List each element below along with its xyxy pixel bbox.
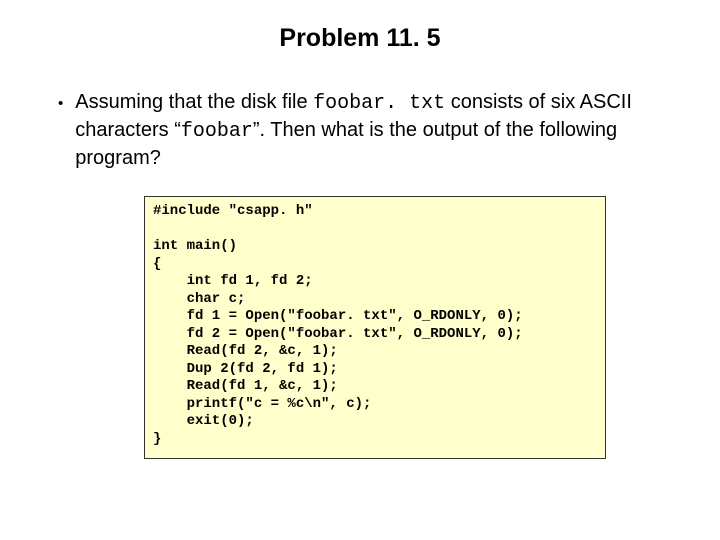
code-listing: #include "csapp. h" int main() { int fd … — [153, 203, 597, 448]
code-box: #include "csapp. h" int main() { int fd … — [144, 196, 606, 459]
bullet-text: Assuming that the disk file foobar. txt … — [75, 89, 676, 172]
bullet-ascii: foobar — [181, 120, 253, 143]
code-container: #include "csapp. h" int main() { int fd … — [144, 196, 606, 459]
bullet-pre: Assuming that the disk file — [75, 91, 313, 113]
page-title: Problem 11. 5 — [34, 24, 686, 53]
bullet-filename: foobar. txt — [313, 92, 445, 115]
bullet-row: • Assuming that the disk file foobar. tx… — [58, 89, 676, 172]
bullet-dot-icon: • — [58, 93, 63, 114]
